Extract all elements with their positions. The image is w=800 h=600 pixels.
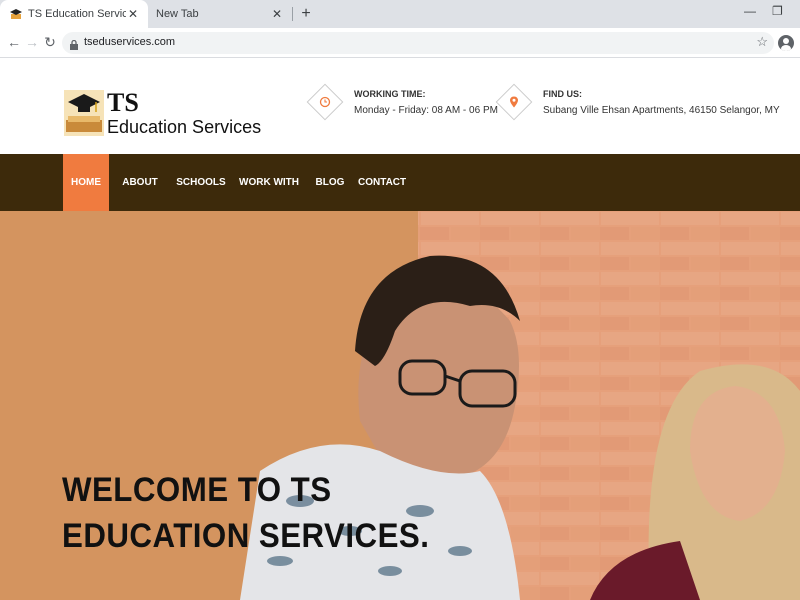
nav-blog[interactable]: BLOG [314, 154, 346, 211]
browser-tab-newtab[interactable]: New Tab ✕ [148, 0, 292, 28]
logo-title[interactable]: TS [107, 89, 139, 117]
nav-work-with-us[interactable]: WORK WITH US [236, 154, 302, 245]
new-tab-plus-icon[interactable]: + [298, 4, 314, 24]
clock-icon [318, 95, 332, 109]
reload-icon[interactable]: ↻ [42, 34, 58, 50]
browser-toolbar: ← → ↻ tseduservices.com ☆ [0, 28, 800, 58]
main-nav: HOME ABOUT US SCHOOLS WORK WITH US BLOG … [0, 154, 800, 245]
minimize-icon[interactable]: — [744, 4, 756, 18]
location-pin-icon [507, 95, 521, 109]
working-time-value: Monday - Friday: 08 AM - 06 PM [354, 105, 498, 116]
logo-subtitle[interactable]: Education Services [107, 116, 261, 138]
address-bar[interactable]: tseduservices.com ☆ [62, 32, 774, 54]
bookmark-star-icon[interactable]: ☆ [756, 34, 768, 50]
url-text: tseduservices.com [84, 36, 176, 48]
nav-schools[interactable]: SCHOOLS [176, 154, 226, 211]
tab-title: TS Education Services [28, 8, 126, 20]
logo-graduation-cap-icon[interactable] [64, 90, 104, 136]
close-tab-icon[interactable]: ✕ [126, 7, 140, 21]
tab-divider [292, 7, 293, 21]
site-header: TS Education Services WORKING TIME: Mond… [0, 58, 800, 154]
hero-title: WELCOME TO TS EDUCATION SERVICES. [62, 471, 430, 555]
close-tab-icon[interactable]: ✕ [270, 7, 284, 21]
lock-icon [70, 37, 78, 50]
browser-tab-active[interactable]: TS Education Services ✕ [0, 0, 148, 28]
find-us-address: Subang Ville Ehsan Apartments, 46150 Sel… [543, 105, 780, 116]
find-us-label: FIND US: [543, 89, 582, 99]
forward-arrow-icon[interactable]: → [24, 34, 40, 50]
back-arrow-icon[interactable]: ← [6, 34, 22, 50]
graduation-cap-favicon-icon [10, 8, 22, 20]
nav-contact[interactable]: CONTACT [358, 154, 406, 211]
working-time-label: WORKING TIME: [354, 89, 426, 99]
hero-banner: WELCOME TO TS EDUCATION SERVICES. [0, 211, 800, 600]
restore-window-icon[interactable]: ❐ [772, 4, 783, 18]
profile-avatar-icon[interactable] [778, 35, 794, 51]
nav-home[interactable]: HOME [63, 154, 109, 211]
browser-tab-bar: TS Education Services ✕ New Tab ✕ + — ❐ [0, 0, 800, 28]
nav-about-us[interactable]: ABOUT US [114, 154, 166, 245]
tab-title: New Tab [156, 8, 199, 20]
